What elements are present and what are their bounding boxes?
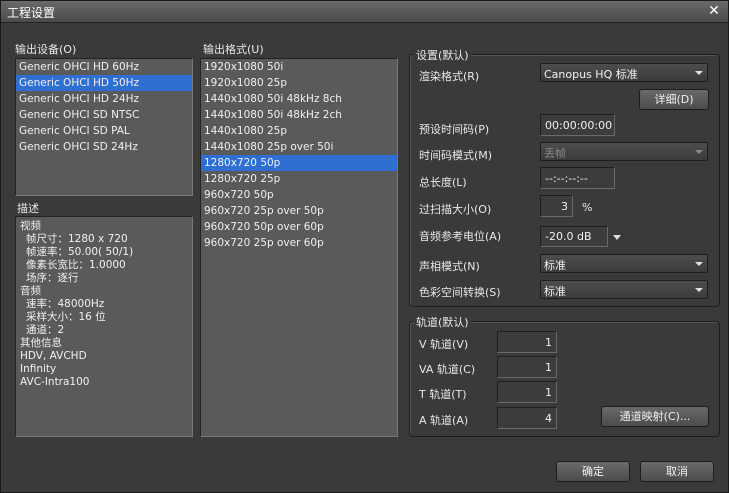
details-button[interactable]: 详细(D) [639,89,709,110]
overscan-field[interactable]: 3 [540,195,573,217]
v-track-value: 1 [545,336,552,349]
overscan-value: 3 [561,200,568,213]
list-item[interactable]: 1440x1080 25p over 50i [201,139,397,155]
description-line: 像素长宽比：1.0000 [26,259,126,271]
list-item[interactable]: 1280x720 25p [201,171,397,187]
chevron-down-icon [695,71,703,75]
description-line: 帧速率：50.00( 50/1) [26,246,134,258]
preset-timecode-label: 预设时间码(P) [419,123,490,136]
render-format-value: Canopus HQ 标准 [544,68,638,81]
output-device-list[interactable]: Generic OHCI HD 60Hz Generic OHCI HD 50Hz… [15,58,193,196]
chevron-down-icon [695,262,703,266]
description-line: 帧尺寸：1280 x 720 [26,233,128,245]
description-line: 采样大小：16 位 [26,311,106,323]
audio-ref-field[interactable]: -20.0 dB [540,226,608,247]
list-item[interactable]: 1920x1080 25p [201,75,397,91]
v-track-field[interactable]: 1 [497,331,557,353]
output-format-label: 输出格式(U) [203,43,264,56]
total-length-field: --:--:--:-- [540,167,615,189]
v-track-label: V 轨道(V) [419,338,469,351]
close-icon[interactable]: ✕ [706,3,722,19]
output-format-list[interactable]: 1920x1080 50i 1920x1080 25p 1440x1080 50i … [200,58,398,437]
list-item[interactable]: Generic OHCI HD 24Hz [16,91,192,107]
list-item[interactable]: 1440x1080 25p [201,123,397,139]
description-line: 通道：2 [26,324,65,336]
list-item[interactable]: 960x720 25p over 50p [201,203,397,219]
description-label: 描述 [17,202,39,215]
phase-mode-select[interactable]: 标准 [540,254,708,273]
project-settings-dialog: 工程设置 ✕ 输出设备(O) Generic OHCI HD 60Hz Gener… [0,0,729,493]
description-line: 音频 [20,285,41,297]
color-space-value: 标准 [544,285,566,298]
t-track-label: T 轨道(T) [419,388,467,401]
total-length-value: --:--:--:-- [545,172,588,185]
t-track-field[interactable]: 1 [497,381,557,403]
va-track-label: VA 轨道(C) [419,363,476,376]
phase-mode-label: 声相模式(N) [419,260,480,273]
preset-timecode-field[interactable]: 00:00:00:00 [540,114,615,136]
audio-ref-dropdown-icon[interactable] [613,235,621,240]
description-line: HDV, AVCHD [20,350,87,362]
description-line: 其他信息 [20,337,62,349]
description-box: 视频 帧尺寸：1280 x 720 帧速率：50.00( 50/1) 像素长宽比：1.… [15,216,193,437]
timecode-mode-value: 丢帧 [544,147,566,160]
list-item[interactable]: Generic OHCI SD 24Hz [16,139,192,155]
list-item[interactable]: Generic OHCI SD PAL [16,123,192,139]
list-item[interactable]: 960x720 25p over 60p [201,235,397,251]
tracks-group-title: 轨道(默认) [414,314,471,330]
total-length-label: 总长度(L) [419,176,467,189]
description-line: 场序：逐行 [26,272,79,284]
description-line: Infinity [20,363,57,375]
channel-map-button[interactable]: 通道映射(C)... [601,406,709,427]
color-space-select[interactable]: 标准 [540,280,708,299]
list-item[interactable]: Generic OHCI SD NTSC [16,107,192,123]
title-bar[interactable]: 工程设置 ✕ [1,1,728,23]
overscan-label: 过扫描大小(O) [419,203,492,216]
description-line: 视频 [20,220,41,232]
audio-ref-value: -20.0 dB [545,230,592,243]
list-item[interactable]: Generic OHCI HD 50Hz [16,75,192,91]
description-line: AVC-Intra100 [20,376,90,388]
a-track-field[interactable]: 4 [497,407,557,429]
cancel-button[interactable]: 取消 [640,461,714,482]
description-line: 速率：48000Hz [26,298,105,310]
render-format-label: 渲染格式(R) [419,70,480,83]
list-item[interactable]: 960x720 50p [201,187,397,203]
list-item[interactable]: 1440x1080 50i 48kHz 8ch [201,91,397,107]
a-track-label: A 轨道(A) [419,414,469,427]
a-track-value: 4 [545,412,552,425]
settings-group-title: 设置(默认) [414,47,471,63]
timecode-mode-label: 时间码模式(M) [419,149,493,162]
va-track-field[interactable]: 1 [497,356,557,378]
list-item[interactable]: Generic OHCI HD 60Hz [16,59,192,75]
audio-ref-label: 音频参考电位(A) [419,230,502,243]
list-item[interactable]: 1920x1080 50i [201,59,397,75]
overscan-unit: % [582,201,593,214]
output-device-label: 输出设备(O) [15,43,77,56]
timecode-mode-select[interactable]: 丢帧 [540,142,708,161]
va-track-value: 1 [545,361,552,374]
list-item[interactable]: 1440x1080 50i 48kHz 2ch [201,107,397,123]
render-format-select[interactable]: Canopus HQ 标准 [540,63,708,82]
window-title: 工程设置 [7,6,56,20]
preset-timecode-value: 00:00:00:00 [545,119,613,132]
phase-mode-value: 标准 [544,259,566,272]
chevron-down-icon [695,150,703,154]
list-item[interactable]: 960x720 50p over 60p [201,219,397,235]
chevron-down-icon [695,288,703,292]
t-track-value: 1 [545,386,552,399]
ok-button[interactable]: 确定 [556,461,630,482]
list-item[interactable]: 1280x720 50p [201,155,397,171]
color-space-label: 色彩空间转换(S) [419,286,501,299]
